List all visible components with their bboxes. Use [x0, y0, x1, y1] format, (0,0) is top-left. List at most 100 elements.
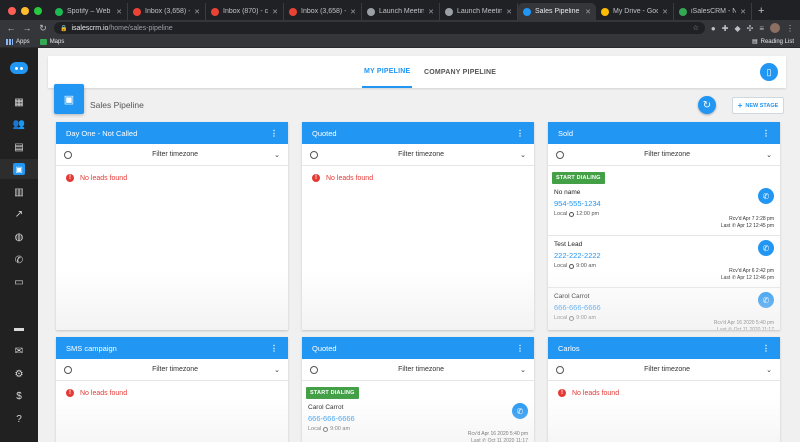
lead-item[interactable]: Carol Carrot 666-666-6666 Local 9:00 am ✆ Rcv… [302, 399, 534, 442]
sidebar-item[interactable]: ⚙ [0, 364, 38, 384]
profile-avatar[interactable] [770, 23, 780, 33]
address-bar[interactable]: 🔒 isalescrm.io/home/sales-pipeline ☆ [54, 22, 705, 34]
lead-item[interactable]: No name 954-555-1234 Local 12:00 pm ✆ Rcv'd A… [548, 184, 780, 236]
timezone-filter[interactable]: Filter timezone ⌄ [548, 359, 780, 381]
browser-tab-bar: Spotify – Web Player✕Inbox (3,658) - con… [0, 0, 800, 20]
sidebar-item[interactable]: 👥 [0, 114, 38, 134]
more-vert-icon[interactable]: ⋮ [516, 344, 524, 353]
lead-phone-link[interactable]: 666-666-6666 [308, 414, 528, 423]
close-tab-icon[interactable]: ✕ [740, 8, 746, 16]
lead-received: Rcv'd Apr 16 2020 5:40 pm [467, 431, 528, 437]
new-tab-button[interactable]: + [752, 5, 770, 20]
sidebar-item[interactable]: $ [0, 386, 38, 406]
error-icon: ! [66, 174, 74, 182]
call-lead-button[interactable]: ✆ [758, 240, 774, 256]
browser-tab[interactable]: iSalesCRM - New Lead ✕ [674, 3, 752, 20]
lead-item[interactable]: Carol Carrot 666-666-6666 Local 9:00 am ✆ Rcv… [548, 288, 780, 330]
tab-company-pipeline[interactable]: COMPANY PIPELINE [424, 56, 496, 88]
chat-icon: ▤ [14, 141, 24, 153]
favicon-icon [289, 7, 297, 16]
clock-icon [323, 426, 329, 432]
tab-my-pipeline[interactable]: MY PIPELINE [362, 56, 413, 88]
reading-list[interactable]: ▤ Reading List [752, 38, 794, 46]
sidebar-item[interactable]: ▥ [0, 182, 38, 202]
mobile-phone-button[interactable]: ▯ [760, 63, 778, 81]
stage-title: SMS campaign [66, 343, 117, 353]
no-leads-message: ! No leads found [56, 381, 288, 405]
close-tab-icon[interactable]: ✕ [506, 8, 512, 16]
sidebar-item[interactable]: ▬ [0, 318, 38, 338]
sidebar-item[interactable]: ▤ [0, 137, 38, 157]
close-tab-icon[interactable]: ✕ [585, 8, 591, 16]
puzzle-icon[interactable]: ✣ [747, 24, 754, 33]
start-dialing-button[interactable]: START DIALING [306, 387, 359, 399]
browser-tab[interactable]: Spotify – Web Player ✕ [50, 3, 128, 20]
timezone-filter[interactable]: Filter timezone ⌄ [56, 144, 288, 166]
more-vert-icon[interactable]: ⋮ [270, 129, 278, 138]
phone-icon: ✆ [482, 438, 487, 442]
sidebar-item[interactable]: ? [0, 409, 38, 429]
more-vert-icon[interactable]: ⋮ [762, 344, 770, 353]
sidebar-item[interactable]: ✉ [0, 341, 38, 361]
media-icon[interactable]: ≡ [759, 24, 764, 33]
sidebar-item[interactable]: ↗ [0, 204, 38, 224]
menu-icon[interactable]: ⋮ [786, 24, 794, 33]
more-vert-icon[interactable]: ⋮ [762, 129, 770, 138]
browser-tab[interactable]: Inbox (3,658) - connor ✕ [284, 3, 362, 20]
clock-icon [64, 365, 72, 374]
stage-header: Quoted ⋮ [302, 122, 534, 144]
timezone-filter[interactable]: Filter timezone ⌄ [302, 144, 534, 166]
back-icon[interactable]: ← [6, 23, 16, 33]
favicon-icon [367, 7, 375, 16]
sidebar-item[interactable]: ▭ [0, 272, 38, 292]
sidebar-item[interactable]: ✆ [0, 250, 38, 270]
call-lead-button[interactable]: ✆ [512, 403, 528, 419]
lead-phone-link[interactable]: 954-555-1234 [554, 199, 774, 208]
call-lead-button[interactable]: ✆ [758, 188, 774, 204]
call-lead-button[interactable]: ✆ [758, 292, 774, 308]
extension-icon[interactable]: ◆ [734, 24, 740, 33]
minimize-window-button[interactable] [21, 7, 29, 15]
new-stage-button[interactable]: + NEW STAGE [732, 97, 784, 114]
close-tab-icon[interactable]: ✕ [350, 8, 356, 16]
stage-header: Carlos ⋮ [548, 337, 780, 359]
browser-tab[interactable]: My Drive - Google Drive ✕ [596, 3, 674, 20]
timezone-filter[interactable]: Filter timezone ⌄ [302, 359, 534, 381]
close-tab-icon[interactable]: ✕ [272, 8, 278, 16]
star-icon[interactable]: ☆ [693, 24, 699, 32]
refresh-button[interactable]: ↻ [698, 96, 716, 114]
extension-icon[interactable]: ✚ [722, 24, 729, 33]
clock-icon [556, 365, 564, 374]
more-vert-icon[interactable]: ⋮ [270, 344, 278, 353]
isales-logo[interactable] [10, 62, 28, 74]
sidebar-item[interactable]: ▦ [0, 92, 38, 112]
browser-tab[interactable]: Inbox (3,658) - connor ✕ [128, 3, 206, 20]
start-dialing-button[interactable]: START DIALING [552, 172, 605, 184]
timezone-filter[interactable]: Filter timezone ⌄ [548, 144, 780, 166]
maximize-window-button[interactable] [34, 7, 42, 15]
close-tab-icon[interactable]: ✕ [194, 8, 200, 16]
close-window-button[interactable] [8, 7, 16, 15]
browser-tab[interactable]: Launch Meeting - Zoom ✕ [440, 3, 518, 20]
close-tab-icon[interactable]: ✕ [428, 8, 434, 16]
mic-icon[interactable]: ● [711, 24, 716, 33]
lead-phone-link[interactable]: 666-666-6666 [554, 303, 774, 312]
bookmark-apps[interactable]: Apps [6, 38, 30, 45]
main-content: MY PIPELINE COMPANY PIPELINE ▯ ▣ Sales P… [38, 48, 800, 442]
more-vert-icon[interactable]: ⋮ [516, 129, 524, 138]
stage-title: Day One - Not Called [66, 128, 138, 138]
sidebar-item[interactable]: ▣ [0, 159, 38, 179]
lead-phone-link[interactable]: 222-222-2222 [554, 251, 774, 260]
browser-toolbar: ← → ↻ 🔒 isalescrm.io/home/sales-pipeline… [0, 20, 800, 36]
close-tab-icon[interactable]: ✕ [116, 8, 122, 16]
lead-item[interactable]: Test Lead 222-222-2222 Local 9:00 am ✆ Rcv'd … [548, 236, 780, 288]
browser-tab[interactable]: Launch Meeting - Zoom ✕ [362, 3, 440, 20]
sidebar-item[interactable]: ◍ [0, 227, 38, 247]
reload-icon[interactable]: ↻ [38, 23, 48, 34]
close-tab-icon[interactable]: ✕ [662, 8, 668, 16]
browser-tab[interactable]: Sales Pipeline - iSalesCRM ✕ [518, 3, 596, 20]
forward-icon[interactable]: → [22, 23, 32, 33]
bookmark-maps[interactable]: Maps [39, 38, 64, 45]
browser-tab[interactable]: Inbox (870) - carlos✕ [206, 3, 284, 20]
timezone-filter[interactable]: Filter timezone ⌄ [56, 359, 288, 381]
